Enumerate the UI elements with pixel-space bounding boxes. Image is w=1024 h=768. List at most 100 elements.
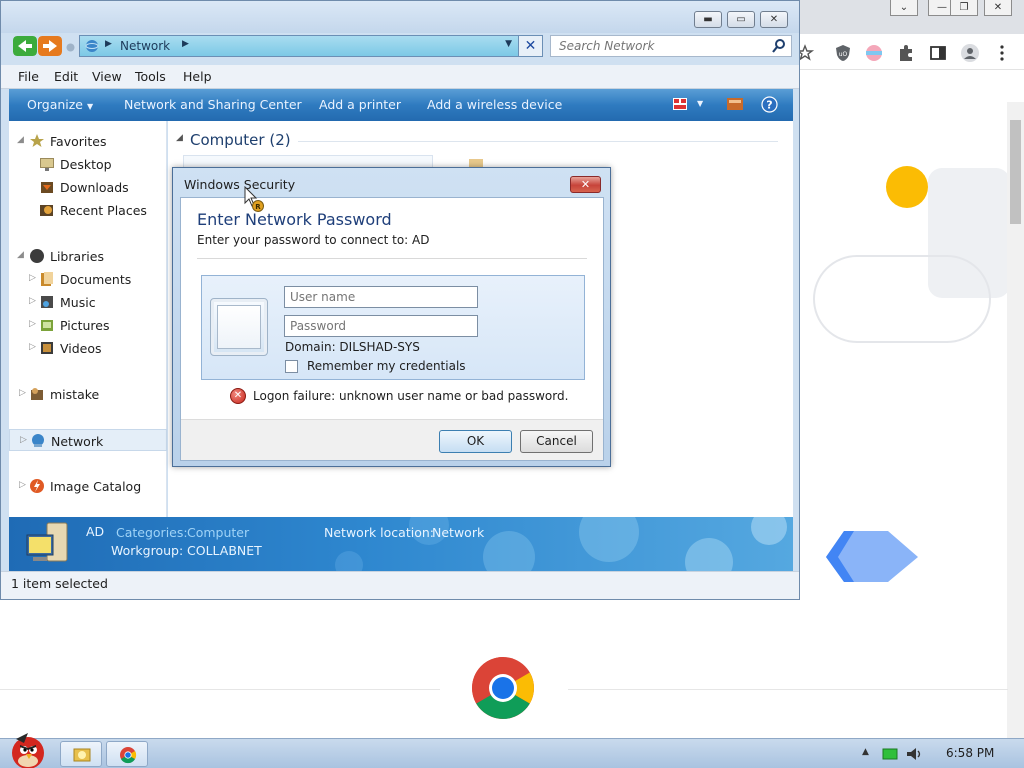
breadcrumb-arrow-icon[interactable]: ▶ — [105, 39, 112, 49]
nav-downloads-label: Downloads — [60, 180, 129, 195]
menu-edit[interactable]: Edit — [54, 69, 78, 84]
menu-file[interactable]: File — [18, 69, 39, 84]
breadcrumb-arrow-icon[interactable]: ▶ — [182, 39, 189, 49]
svg-text:R: R — [255, 203, 261, 211]
menu-view[interactable]: View — [92, 69, 122, 84]
group-collapse-icon[interactable]: ◢ — [176, 133, 183, 143]
puzzle-extensions-icon[interactable] — [896, 43, 916, 63]
search-icon[interactable] — [771, 38, 787, 54]
nav-mistake[interactable]: ▷ mistake — [9, 383, 167, 405]
show-hidden-icons-arrow-icon[interactable]: ▲ — [862, 747, 869, 757]
forward-arrow-icon[interactable] — [38, 36, 62, 56]
taskbar: ▲ 6:58 PM — [0, 733, 1024, 768]
music-icon — [41, 296, 53, 308]
svg-text:uO: uO — [839, 51, 848, 58]
nav-pictures-label: Pictures — [60, 318, 110, 333]
taskbar-explorer-button[interactable] — [60, 741, 102, 767]
collapse-arrow-icon[interactable]: ▷ — [19, 480, 26, 490]
scrollbar-thumb[interactable] — [1010, 120, 1021, 224]
collapse-arrow-icon[interactable]: ▷ — [29, 296, 36, 306]
network-sharing-center-button[interactable]: Network and Sharing Center — [124, 97, 302, 112]
group-header[interactable]: Computer (2) — [190, 131, 291, 149]
dialog-divider — [197, 258, 587, 259]
nav-music[interactable]: ▷ Music — [9, 291, 167, 313]
volume-icon[interactable] — [906, 746, 924, 762]
address-text[interactable]: Network — [120, 39, 170, 53]
page-scrollbar[interactable] — [1007, 102, 1024, 738]
nav-videos[interactable]: ▷ Videos — [9, 337, 167, 359]
search-input[interactable] — [551, 36, 761, 56]
chrome-minimize-button[interactable]: ⌄ — [890, 0, 918, 16]
nav-desktop[interactable]: Desktop — [9, 153, 167, 175]
collapse-arrow-icon[interactable]: ▷ — [20, 435, 27, 445]
divider-right — [568, 689, 1008, 690]
search-box[interactable] — [550, 35, 792, 57]
expand-arrow-icon[interactable]: ◢ — [17, 250, 24, 260]
password-input[interactable] — [284, 315, 478, 337]
view-options-icon[interactable] — [673, 98, 687, 110]
preview-pane-icon[interactable] — [727, 98, 743, 110]
recent-pages-dropdown-icon[interactable] — [66, 43, 75, 52]
favorites-star-icon — [30, 134, 44, 147]
explorer-titlebar[interactable] — [1, 1, 799, 33]
collapse-arrow-icon[interactable]: ▷ — [29, 342, 36, 352]
taskbar-chrome-button[interactable] — [106, 741, 148, 767]
taskbar-clock[interactable]: 6:58 PM — [946, 746, 994, 760]
details-pane: AD Categories: Computer Workgroup: COLLA… — [9, 517, 793, 571]
error-icon: ✕ — [230, 388, 246, 404]
libraries-icon — [30, 249, 44, 263]
side-panel-icon[interactable] — [928, 43, 948, 63]
explorer-minimize-button[interactable]: ▬ — [694, 11, 722, 28]
details-categories-label: Categories: — [116, 525, 188, 540]
network-status-icon[interactable] — [882, 747, 898, 761]
status-bar: 1 item selected — [1, 571, 799, 599]
collapse-arrow-icon[interactable]: ▷ — [29, 319, 36, 329]
more-menu-icon[interactable] — [992, 43, 1012, 63]
start-angry-bird-icon[interactable] — [2, 731, 50, 768]
help-icon[interactable]: ? — [761, 96, 778, 113]
desktop-icon — [40, 158, 54, 171]
chrome-close-button[interactable]: ✕ — [984, 0, 1012, 16]
address-bar[interactable]: ▶ Network ▶ ▼ ✕ — [79, 35, 543, 57]
cancel-button[interactable]: Cancel — [520, 430, 593, 453]
nav-favorites-label: Favorites — [50, 134, 107, 149]
add-wireless-device-button[interactable]: Add a wireless device — [427, 97, 562, 112]
menu-help[interactable]: Help — [183, 69, 212, 84]
explorer-maximize-button[interactable]: ▭ — [727, 11, 755, 28]
collapse-arrow-icon[interactable]: ▷ — [19, 388, 26, 398]
nav-documents[interactable]: ▷ Documents — [9, 268, 167, 290]
dialog-title[interactable]: Windows Security — [184, 177, 295, 192]
nav-network[interactable]: ▷ Network — [9, 429, 167, 451]
divider-left — [0, 689, 440, 690]
expand-arrow-icon[interactable]: ◢ — [17, 135, 24, 145]
collapse-arrow-icon[interactable]: ▷ — [29, 273, 36, 283]
address-stop-icon[interactable]: ✕ — [518, 36, 542, 56]
explorer-close-button[interactable]: ✕ — [760, 11, 788, 28]
address-dropdown-icon[interactable]: ▼ — [505, 39, 512, 49]
menu-tools[interactable]: Tools — [135, 69, 166, 84]
nav-pictures[interactable]: ▷ Pictures — [9, 314, 167, 336]
nav-image-catalog[interactable]: ▷ Image Catalog — [9, 475, 167, 497]
back-arrow-icon[interactable] — [13, 36, 37, 56]
profile-avatar-icon[interactable] — [960, 43, 980, 63]
dialog-close-button[interactable]: ✕ — [570, 176, 601, 193]
ok-button[interactable]: OK — [439, 430, 512, 453]
nav-libraries[interactable]: ◢ Libraries — [9, 245, 167, 267]
remember-credentials-checkbox[interactable] — [285, 360, 298, 373]
remember-credentials-label[interactable]: Remember my credentials — [307, 359, 466, 373]
username-input[interactable] — [284, 286, 478, 308]
svg-text:?: ? — [766, 99, 772, 112]
nav-recent-places[interactable]: Recent Places — [9, 199, 167, 221]
nav-libraries-label: Libraries — [50, 249, 104, 264]
add-printer-button[interactable]: Add a printer — [319, 97, 401, 112]
nav-downloads[interactable]: Downloads — [9, 176, 167, 198]
navigation-pane: ◢ Favorites Desktop Downloads Recent Pla… — [9, 121, 167, 517]
details-name: AD — [86, 524, 105, 539]
extension-badge-icon[interactable] — [864, 43, 884, 63]
view-dropdown-icon[interactable]: ▼ — [697, 99, 703, 108]
nav-favorites[interactable]: ◢ Favorites — [9, 130, 167, 152]
chrome-restore-button[interactable]: ❐ — [950, 0, 978, 16]
ublock-extension-icon[interactable]: uO — [833, 43, 853, 63]
mouse-cursor-icon: R — [244, 186, 264, 212]
organize-button[interactable]: Organize ▼ — [27, 97, 93, 112]
